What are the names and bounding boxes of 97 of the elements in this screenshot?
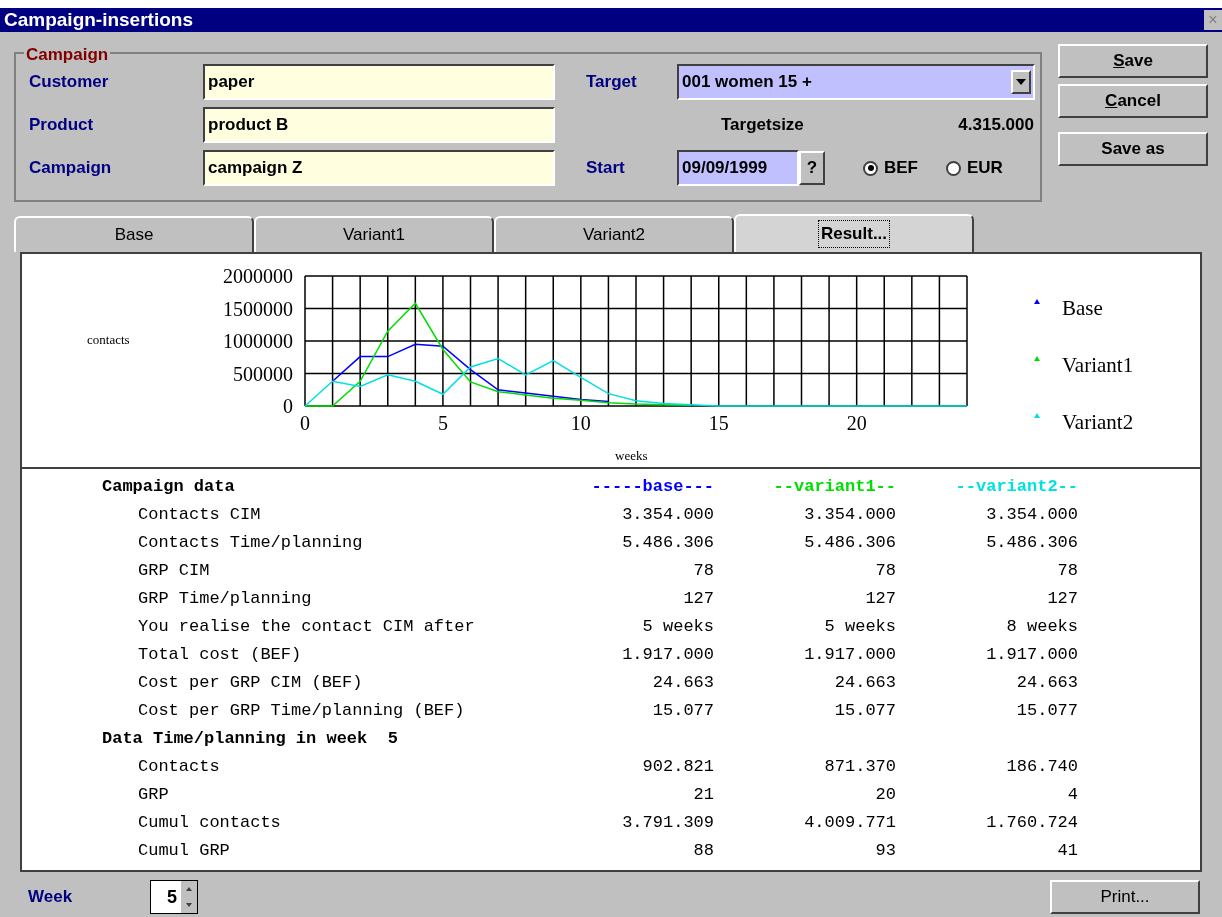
table-cell-text: 127	[682, 588, 714, 611]
tab[interactable]: Variant1	[254, 216, 494, 252]
row-label: Contacts Time/planning	[138, 532, 364, 555]
target-dropdown[interactable]: 001 women 15 +	[677, 64, 1035, 100]
field-label: Start	[586, 157, 626, 180]
row-label: GRP CIM	[138, 560, 211, 583]
table-cell-text: 15.077	[1015, 700, 1078, 723]
section-heading: Data Time/planning in week 5	[102, 728, 398, 751]
text-field[interactable]: campaign Z	[203, 150, 555, 186]
y-tick-label: 0	[283, 395, 293, 417]
x-tick-label: 5	[437, 412, 448, 434]
table-cell-text: 1.917.000	[985, 644, 1078, 667]
row-label: You realise the contact CIM after	[138, 616, 476, 639]
dialog-button[interactable]: Save as	[1058, 132, 1208, 166]
table-cell-text: 4	[1066, 784, 1078, 807]
table-cell-text: 1.917.000	[621, 644, 714, 667]
y-tick-label: 1500000	[223, 297, 293, 320]
x-axis-title: weeks	[615, 448, 648, 463]
window-title: Campaign-insertions	[4, 7, 193, 32]
table-cell-text: 5.486.306	[803, 532, 896, 555]
table-cell-text: 5 weeks	[641, 616, 714, 639]
legend-marker-icon	[1034, 413, 1040, 418]
currency-radio[interactable]: BEF	[863, 155, 918, 181]
table-cell-text: 3.354.000	[803, 504, 896, 527]
field-label: Campaign	[29, 157, 113, 180]
row-label: Cumul contacts	[138, 812, 282, 835]
row-label: Cost per GRP CIM (BEF)	[138, 672, 364, 695]
column-heading: -----base---	[590, 476, 714, 499]
row-label: Contacts	[138, 756, 221, 779]
legend-label: Base	[1062, 296, 1103, 320]
y-tick-label: 1000000	[223, 330, 293, 352]
legend-label: Variant2	[1062, 410, 1134, 434]
table-cell-text: 5.486.306	[985, 532, 1078, 555]
tab[interactable]: Base	[14, 216, 254, 252]
table-cell-text: 93	[874, 840, 896, 863]
column-heading: --variant2--	[954, 476, 1078, 499]
table-cell-text: 186.740	[1005, 756, 1078, 779]
row-label: GRP	[138, 784, 170, 807]
targetsize-label: Targetsize	[721, 114, 805, 137]
field-label: Customer	[29, 71, 110, 94]
row-label: Cumul GRP	[138, 840, 231, 863]
table-cell-text: 41	[1056, 840, 1078, 863]
column-heading: --variant1--	[772, 476, 896, 499]
table-cell-text: 3.354.000	[985, 504, 1078, 527]
row-label: Total cost (BEF)	[138, 644, 303, 667]
table-cell-text: 24.663	[833, 672, 896, 695]
print-button[interactable]: Print...	[1050, 880, 1200, 914]
table-cell-text: 21	[692, 784, 714, 807]
dialog-button[interactable]: Save	[1058, 44, 1208, 78]
legend-label: Variant1	[1062, 353, 1134, 377]
table-cell-text: 8 weeks	[1005, 616, 1078, 639]
dialog-button[interactable]: Cancel	[1058, 84, 1208, 118]
table-cell-text: 15.077	[833, 700, 896, 723]
table-cell-text: 4.009.771	[803, 812, 896, 835]
x-tick-label: 10	[570, 412, 591, 434]
table-cell-text: 3.354.000	[621, 504, 714, 527]
table-cell-text: 1.760.724	[985, 812, 1078, 835]
text-field[interactable]: product B	[203, 107, 555, 143]
legend-marker-icon	[1034, 299, 1040, 304]
x-tick-label: 20	[846, 412, 867, 434]
table-cell-text: 902.821	[641, 756, 714, 779]
table-cell-text: 24.663	[651, 672, 714, 695]
table-cell-text: 5 weeks	[823, 616, 896, 639]
targetsize-value: 4.315.000	[957, 114, 1034, 137]
field-label: Target	[586, 71, 638, 94]
table-cell-text: 1.917.000	[803, 644, 896, 667]
table-cell-text: 5.486.306	[621, 532, 714, 555]
table-cell-text: 127	[864, 588, 896, 611]
section-heading: Campaign data	[102, 476, 236, 499]
week-label: Week	[28, 886, 74, 909]
field-label: Product	[29, 114, 95, 137]
y-tick-label: 500000	[233, 362, 293, 385]
legend-marker-icon	[1034, 356, 1040, 361]
table-cell-text: 127	[1046, 588, 1078, 611]
row-label: GRP Time/planning	[138, 588, 313, 611]
row-label: Cost per GRP Time/planning (BEF)	[138, 700, 466, 723]
chart-annotation: contacts	[87, 332, 130, 347]
currency-radio[interactable]: EUR	[946, 155, 1003, 181]
row-label: Contacts CIM	[138, 504, 262, 527]
y-tick-label: 2000000	[223, 265, 293, 287]
table-cell-text: 78	[692, 560, 714, 583]
text-field[interactable]: paper	[203, 64, 555, 100]
x-tick-label: 15	[708, 412, 729, 434]
table-cell-text: 15.077	[651, 700, 714, 723]
table-cell-text: 24.663	[1015, 672, 1078, 695]
table-cell-text: 20	[874, 784, 896, 807]
x-tick-label: 0	[300, 412, 310, 434]
tab[interactable]: Result...	[734, 214, 974, 252]
week-spinner[interactable]: 5	[150, 880, 198, 914]
table-cell-text: 78	[1056, 560, 1078, 583]
table-cell-text: 78	[874, 560, 896, 583]
table-cell-text: 3.791.309	[621, 812, 714, 835]
date-field[interactable]: 09/09/1999	[677, 150, 799, 186]
table-cell-text: 88	[692, 840, 714, 863]
tab[interactable]: Variant2	[494, 216, 734, 252]
table-cell-text: 871.370	[823, 756, 896, 779]
help-button[interactable]: ?	[799, 151, 825, 185]
